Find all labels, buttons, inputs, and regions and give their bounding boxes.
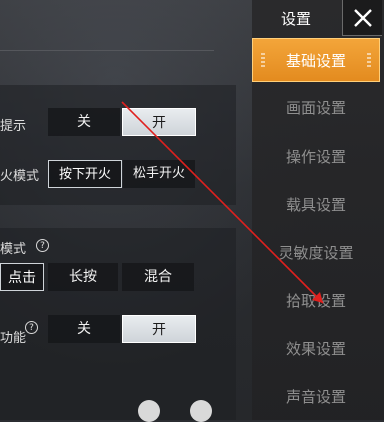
- annotation-arrow: [121, 101, 324, 304]
